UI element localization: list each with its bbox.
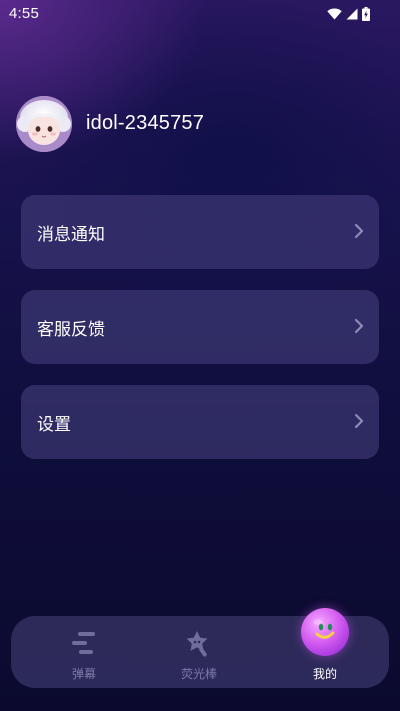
menu-item-settings[interactable]: 设置 xyxy=(21,385,379,459)
star-lightstick-icon xyxy=(184,628,214,662)
avatar-image xyxy=(16,96,72,152)
nav-label: 我的 xyxy=(312,667,337,681)
menu-item-label: 消息通知 xyxy=(37,225,105,245)
chevron-right-icon xyxy=(354,223,364,243)
barrage-icon xyxy=(69,630,99,660)
menu-item-label: 设置 xyxy=(37,415,71,435)
bottom-nav: 弹幕 荧光棒 我的 xyxy=(11,608,389,688)
chevron-right-icon xyxy=(354,413,364,433)
cellular-signal-icon xyxy=(346,8,358,20)
menu-item-notifications[interactable]: 消息通知 xyxy=(21,195,379,269)
wifi-icon xyxy=(327,8,342,20)
battery-charging-icon xyxy=(362,7,370,21)
menu-item-label: 客服反馈 xyxy=(37,320,105,340)
avatar[interactable] xyxy=(16,96,72,152)
username: idol-2345757 xyxy=(86,112,205,134)
status-icons xyxy=(327,6,370,22)
nav-label: 荧光棒 xyxy=(180,667,217,681)
tab-lightstick[interactable]: 荧光棒 xyxy=(149,616,249,688)
status-time: 4:55 xyxy=(9,5,39,22)
chevron-right-icon xyxy=(354,318,364,338)
tab-mine[interactable]: 我的 xyxy=(275,608,375,688)
profile-screen: 4:55 idol-2345757 消息通知 客服反馈 设置 弹幕 荧光棒 我的 xyxy=(0,0,400,711)
nav-label: 弹幕 xyxy=(71,667,96,681)
tab-barrage[interactable]: 弹幕 xyxy=(34,616,134,688)
status-bar: 4:55 xyxy=(0,0,400,28)
menu-item-feedback[interactable]: 客服反馈 xyxy=(21,290,379,364)
smiley-icon xyxy=(301,608,349,656)
